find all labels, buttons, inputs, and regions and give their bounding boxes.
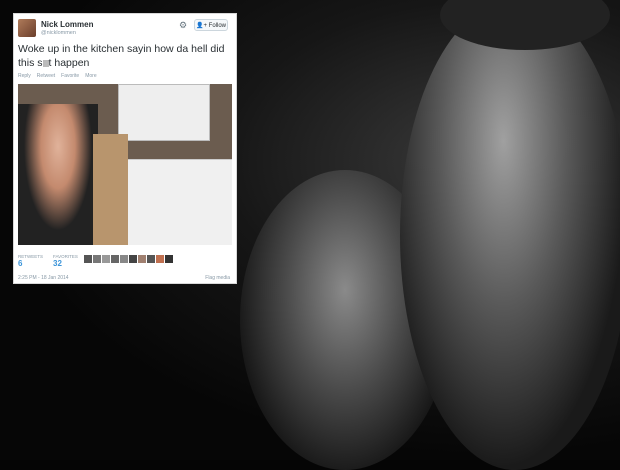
tweet-card: Nick Lommen @nicklommen ⚙ 👤+ Follow Woke… — [13, 13, 237, 284]
photo-microwave — [118, 84, 210, 141]
user-name[interactable]: Nick Lommen — [41, 20, 93, 29]
favoriter-avatar[interactable] — [120, 255, 128, 263]
more-action[interactable]: More — [85, 73, 96, 79]
follow-button[interactable]: 👤+ Follow — [194, 19, 228, 31]
favorites-value: 32 — [53, 259, 62, 268]
follow-user-icon: 👤+ — [196, 23, 209, 29]
avatar[interactable] — [18, 19, 36, 37]
tweet-timestamp[interactable]: 2:25 PM - 18 Jan 2014 — [18, 275, 69, 281]
tweet-text: Woke up in the kitchen sayin how da hell… — [18, 42, 234, 70]
favoriter-avatar[interactable] — [102, 255, 110, 263]
favoriter-avatar[interactable] — [111, 255, 119, 263]
gear-icon[interactable]: ⚙ — [179, 21, 188, 30]
photo-cabinet — [93, 134, 128, 245]
favoriter-avatars — [84, 255, 173, 263]
tweet-text-part2: t happen — [48, 57, 90, 69]
favoriter-avatar[interactable] — [129, 255, 137, 263]
favoriter-avatar[interactable] — [84, 255, 92, 263]
retweets-stat[interactable]: RETWEETS 6 — [18, 254, 43, 268]
reply-action[interactable]: Reply — [18, 73, 31, 79]
favorites-stat[interactable]: FAVORITES 32 — [53, 254, 78, 268]
retweets-value: 6 — [18, 259, 23, 268]
retweet-action[interactable]: Retweet — [37, 73, 55, 79]
flag-media-link[interactable]: Flag media — [205, 275, 230, 281]
tweet-actions: Reply Retweet Favorite More — [18, 73, 97, 79]
tweet-stats: RETWEETS 6 FAVORITES 32 — [18, 254, 78, 268]
favorite-action[interactable]: Favorite — [61, 73, 79, 79]
follow-label: Follow — [208, 23, 226, 29]
user-handle[interactable]: @nicklommen — [41, 30, 76, 36]
photo-person — [18, 104, 98, 245]
favoriter-avatar[interactable] — [165, 255, 173, 263]
tweet-photo[interactable] — [18, 84, 232, 245]
favoriter-avatar[interactable] — [147, 255, 155, 263]
favoriter-avatar[interactable] — [138, 255, 146, 263]
favoriter-avatar[interactable] — [156, 255, 164, 263]
favoriter-avatar[interactable] — [93, 255, 101, 263]
photo-figure-right — [400, 0, 620, 470]
photo-stove — [123, 159, 232, 245]
